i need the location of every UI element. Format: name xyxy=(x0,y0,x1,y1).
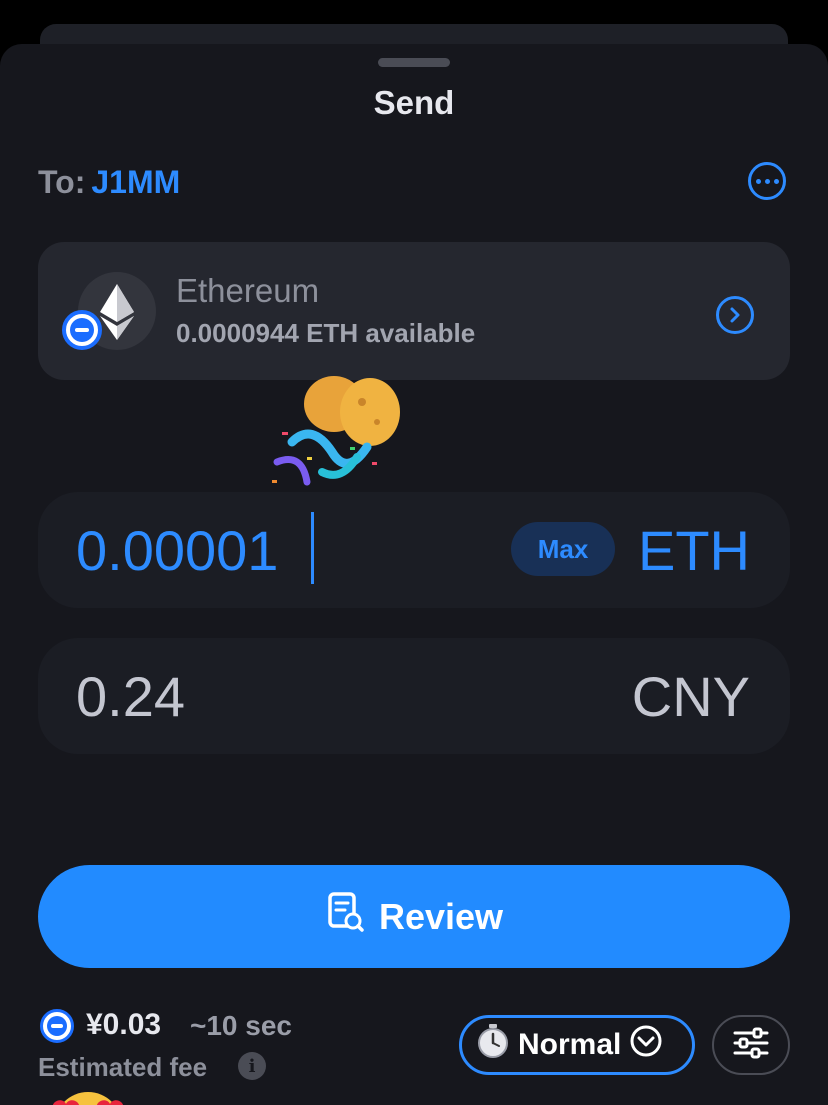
fiat-unit[interactable]: CNY xyxy=(632,664,750,729)
fee-settings-button[interactable] xyxy=(712,1015,790,1075)
fee-time: ~10 sec xyxy=(190,1010,292,1041)
info-icon[interactable]: i xyxy=(238,1052,266,1080)
asset-name: Ethereum xyxy=(176,272,320,309)
review-button[interactable]: Review xyxy=(38,865,790,968)
heart-eyes-emoji-decoration xyxy=(34,1082,142,1105)
chevron-right-circle-icon[interactable] xyxy=(716,296,754,334)
crypto-amount-value[interactable]: 0.00001 xyxy=(76,518,278,583)
network-badge-icon xyxy=(62,310,102,350)
max-button[interactable]: Max xyxy=(511,522,615,576)
stopwatch-icon xyxy=(476,1023,510,1067)
text-cursor xyxy=(311,512,314,584)
fee-amount: ¥0.03 xyxy=(86,1008,162,1041)
chevron-down-circle-icon xyxy=(629,1024,663,1066)
ellipsis-circle-icon[interactable] xyxy=(748,162,786,200)
recipient-row: To: J1MM xyxy=(38,164,180,201)
sheet-grabber[interactable] xyxy=(378,58,450,67)
send-sheet: Send To: J1MM Ethereum 0.0000944 ETH avai… xyxy=(0,44,828,1105)
asset-balance: 0.0000944 ETH available xyxy=(176,318,476,348)
party-emoji-decoration xyxy=(262,362,412,502)
review-label: Review xyxy=(378,895,504,937)
crypto-amount-input[interactable]: 0.00001 Max ETH xyxy=(38,492,790,608)
recipient-name[interactable]: J1MM xyxy=(91,164,180,200)
speed-selector-button[interactable]: Normal xyxy=(459,1015,695,1075)
asset-selector[interactable]: Ethereum 0.0000944 ETH available xyxy=(38,242,790,380)
sliders-icon xyxy=(732,1027,770,1064)
crypto-unit[interactable]: ETH xyxy=(638,518,750,583)
fiat-amount-input[interactable]: 0.24 CNY xyxy=(38,638,790,754)
fiat-amount-value[interactable]: 0.24 xyxy=(76,664,185,729)
document-search-icon xyxy=(325,891,365,942)
speed-label: Normal xyxy=(518,1028,622,1061)
network-badge-icon xyxy=(40,1009,74,1043)
fee-label: Estimated fee xyxy=(38,1052,208,1082)
page-title: Send xyxy=(373,84,455,121)
recipient-label: To: xyxy=(38,164,86,200)
